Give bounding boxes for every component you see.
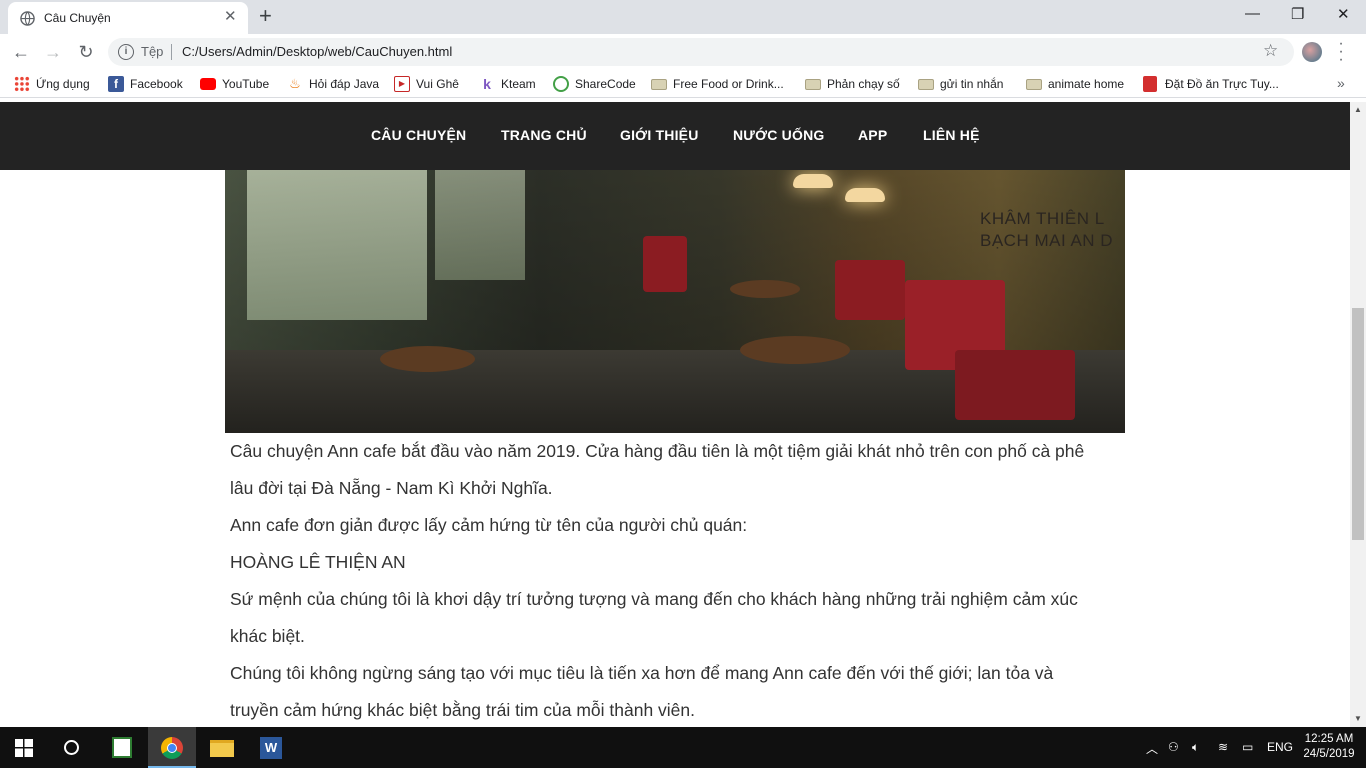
new-tab-button[interactable]: + — [259, 4, 272, 28]
story-text: Câu chuyện Ann cafe bắt đầu vào năm 2019… — [230, 433, 1090, 727]
folder-icon — [651, 79, 667, 90]
kteam-icon: k — [483, 76, 491, 92]
browser-tab[interactable]: Câu Chuyện ✕ — [8, 2, 248, 34]
java-icon: ♨ — [289, 76, 301, 91]
bookmarks-bar: Ứng dụng f Facebook YouTube ♨ Hỏi đáp Ja… — [0, 70, 1366, 98]
chrome-icon-center — [167, 743, 177, 753]
hero-chair — [643, 236, 687, 292]
battery-icon[interactable]: ▭ — [1242, 740, 1253, 754]
hero-chair — [835, 260, 905, 320]
volume-icon[interactable]: 🔈︎ — [1192, 740, 1199, 755]
hero-window — [435, 170, 525, 280]
language-indicator[interactable]: ENG — [1267, 740, 1293, 754]
url-scheme: Tệp — [141, 44, 164, 59]
system-clock[interactable]: 12:25 AM 24/5/2019 — [1297, 732, 1361, 762]
order-icon — [1143, 76, 1157, 92]
web-page: CÂU CHUYỆN TRANG CHỦ GIỚI THIỆU NƯỚC UỐN… — [0, 102, 1350, 727]
folder-icon — [1026, 79, 1042, 90]
close-window-button[interactable]: ✕ — [1337, 5, 1350, 23]
clock-date: 24/5/2019 — [1303, 748, 1355, 760]
hero-table — [380, 346, 475, 372]
scroll-up-icon[interactable]: ▲ — [1350, 102, 1366, 118]
cortana-icon — [64, 740, 79, 755]
search-button[interactable] — [48, 727, 96, 768]
windows-logo-icon — [15, 739, 33, 757]
hero-lamp — [793, 174, 833, 188]
folder-icon — [918, 79, 934, 90]
taskbar-app-chrome[interactable] — [148, 727, 196, 768]
hero-table — [730, 280, 800, 298]
profile-avatar[interactable] — [1302, 42, 1322, 62]
start-button[interactable] — [0, 727, 48, 768]
folder-icon — [210, 740, 234, 757]
scrollbar-thumb[interactable] — [1352, 308, 1364, 540]
taskbar-app-sheets[interactable] — [98, 727, 146, 768]
scroll-down-icon[interactable]: ▼ — [1350, 711, 1366, 727]
restore-button[interactable]: ❐ — [1291, 5, 1304, 23]
folder-icon — [805, 79, 821, 90]
hero-table — [740, 336, 850, 364]
tray-overflow-icon[interactable]: ︿ — [1146, 740, 1158, 757]
wifi-icon[interactable]: ≋ — [1218, 740, 1228, 754]
facebook-icon: f — [108, 76, 124, 92]
nav-trang-chu[interactable]: TRANG CHỦ — [501, 127, 587, 143]
back-button[interactable]: ← — [9, 40, 33, 64]
sharecode-icon — [553, 76, 569, 92]
nav-nuoc-uong[interactable]: NƯỚC UỐNG — [733, 127, 824, 143]
story-paragraph: Sứ mệnh của chúng tôi là khơi dậy trí tư… — [230, 589, 1078, 646]
nav-lien-he[interactable]: LIÊN HỆ — [923, 127, 980, 143]
cafe-interior-image: KHÂM THIÊN L BẠCH MAI AN D — [225, 170, 1125, 433]
minimize-button[interactable]: — — [1245, 5, 1260, 22]
url-separator — [171, 44, 172, 60]
apps-grid-icon — [14, 76, 30, 92]
browser-tab-strip: Câu Chuyện ✕ + — ❐ ✕ — [0, 0, 1366, 34]
bookmark-star-icon[interactable]: ☆ — [1263, 41, 1278, 61]
spreadsheet-icon — [112, 737, 132, 758]
owner-name: HOÀNG LÊ THIỆN AN — [230, 552, 406, 572]
hero-chair — [955, 350, 1075, 420]
youtube-icon — [200, 78, 216, 90]
browser-toolbar: ← → ↻ i Tệp C:/Users/Admin/Desktop/web/C… — [0, 34, 1366, 70]
tab-title: Câu Chuyện — [44, 11, 111, 25]
play-icon: ▶ — [394, 76, 410, 92]
hero-lamp — [845, 188, 885, 202]
nav-gioi-thieu[interactable]: GIỚI THIỆU — [620, 127, 699, 143]
browser-menu-icon[interactable]: · · · — [1336, 36, 1346, 68]
nav-app[interactable]: APP — [858, 127, 887, 143]
page-scrollbar[interactable]: ▲ ▼ — [1350, 102, 1366, 727]
url-text[interactable]: C:/Users/Admin/Desktop/web/CauChuyen.htm… — [182, 44, 452, 59]
clock-time: 12:25 AM — [1304, 733, 1354, 745]
network-status-icon[interactable]: ⚇ — [1168, 740, 1179, 754]
taskbar-app-word[interactable]: W — [248, 727, 296, 768]
story-paragraph: Chúng tôi không ngừng sáng tạo với mục t… — [230, 663, 1054, 720]
taskbar-app-explorer[interactable] — [198, 727, 246, 768]
bookmarks-overflow-icon[interactable]: » — [1337, 75, 1345, 91]
tab-close-icon[interactable]: ✕ — [224, 9, 237, 25]
windows-taskbar: W ︿ ⚇ 🔈︎ ≋ ▭ ENG 12:25 AM 24/5/2019 — [0, 727, 1366, 768]
hero-wall-text: KHÂM THIÊN L BẠCH MAI AN D — [980, 209, 1114, 250]
nav-cau-chuyen[interactable]: CÂU CHUYỆN — [371, 127, 466, 143]
site-info-icon[interactable]: i — [118, 44, 134, 60]
forward-button[interactable]: → — [41, 40, 65, 64]
site-navbar: CÂU CHUYỆN TRANG CHỦ GIỚI THIỆU NƯỚC UỐN… — [0, 102, 1350, 170]
story-paragraph: Ann cafe đơn giản được lấy cảm hứng từ t… — [230, 515, 748, 535]
hero-window — [247, 170, 427, 320]
story-paragraph: Câu chuyện Ann cafe bắt đầu vào năm 2019… — [230, 441, 1085, 498]
globe-icon — [20, 11, 35, 26]
word-icon: W — [260, 737, 282, 759]
reload-button[interactable]: ↻ — [74, 40, 98, 64]
address-bar[interactable]: i Tệp C:/Users/Admin/Desktop/web/CauChuy… — [108, 38, 1294, 66]
